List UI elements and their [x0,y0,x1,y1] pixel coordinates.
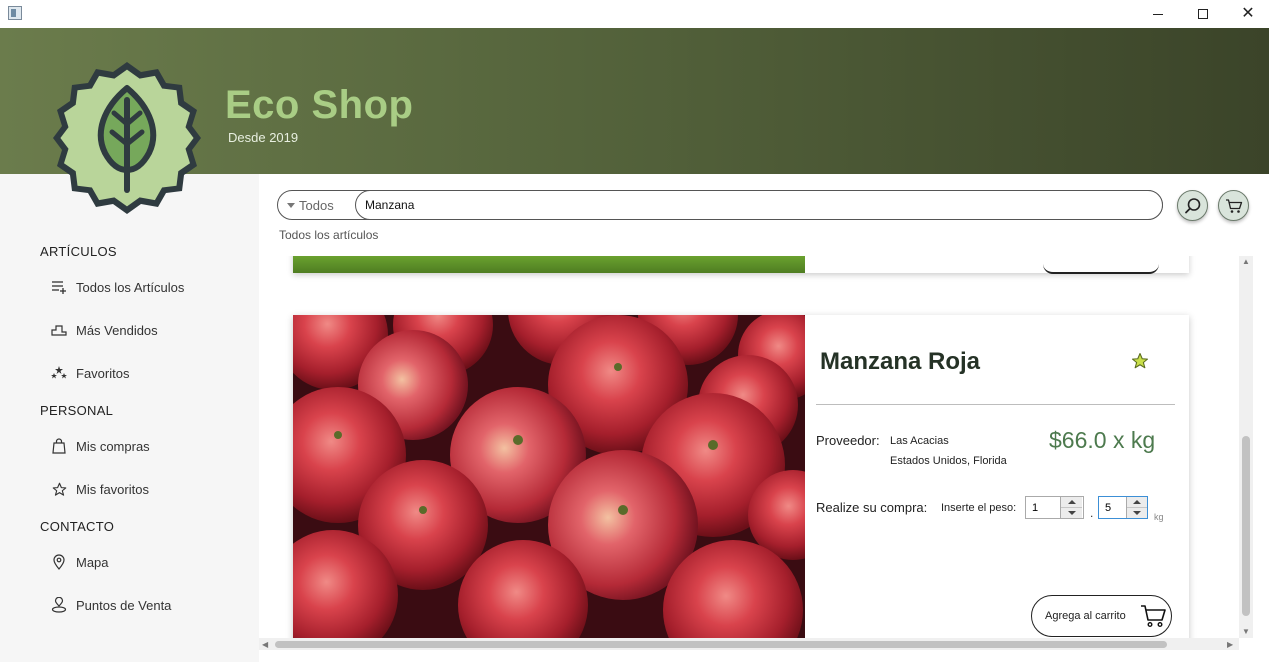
category-select[interactable]: Todos [278,191,358,219]
nav-label: Mis compras [76,438,150,454]
search-bar: Todos [277,190,1163,220]
vertical-scrollbar[interactable]: ▲ ▼ [1239,256,1253,638]
cart-icon [1140,605,1166,628]
scroll-thumb[interactable] [275,641,1167,648]
scroll-up-icon[interactable]: ▲ [1242,258,1250,266]
location-pin-icon [50,553,68,571]
nav-label: Puntos de Venta [76,597,172,613]
weight-integer-stepper [1025,496,1084,519]
horizontal-scrollbar[interactable]: ◀ ▶ [259,638,1239,650]
star-icon [50,480,68,498]
decrement-button[interactable] [1127,508,1147,518]
section-personal: PERSONAL [40,403,114,418]
decrement-button[interactable] [1061,508,1082,518]
app-window: ✕ Eco Shop Desde 2019 ARTÍCULOS Todos lo… [0,0,1269,662]
weight-decimal-stepper [1098,496,1148,519]
provider-location: Estados Unidos, Florida [890,455,1007,467]
product-price: $66.0 x kg [1049,427,1156,453]
scroll-thumb[interactable] [1242,436,1250,616]
add-to-cart-button-previous[interactable] [1043,264,1159,274]
search-input[interactable] [355,190,1163,220]
weight-unit: kg [1154,512,1164,522]
cart-button[interactable] [1218,190,1249,221]
close-icon: ✕ [1241,5,1255,22]
close-button[interactable]: ✕ [1225,0,1269,28]
search-icon [1184,197,1200,213]
search-button[interactable] [1177,190,1208,221]
product-card-previous [293,256,1189,274]
arrow-down-icon [1067,511,1076,515]
breadcrumb: Todos los artículos [279,228,379,242]
leaf-badge-logo [53,62,201,214]
minimize-button[interactable] [1135,0,1181,28]
scroll-right-icon[interactable]: ▶ [1227,640,1233,649]
add-to-cart-button[interactable]: Agrega al carrito [1031,595,1172,637]
shopping-bag-icon [50,437,68,455]
podium-icon [50,321,68,339]
arrow-up-icon [1067,500,1076,504]
divider [816,404,1175,405]
title-bar: ✕ [0,0,1269,28]
provider-label: Proveedor: [816,433,880,448]
weight-label: Inserte el peso: [941,502,1017,514]
category-select-value: Todos [299,197,334,213]
green-apples-photo [293,256,805,273]
nav-label: Más Vendidos [76,322,158,338]
nav-mis-compras[interactable]: Mis compras [50,433,150,459]
star-icon[interactable] [1131,352,1149,370]
nav-mapa[interactable]: Mapa [50,549,109,575]
nav-label: Mis favoritos [76,481,149,497]
weight-decimal-input[interactable] [1099,497,1126,518]
nav-label: Todos los Artículos [76,279,185,295]
brand-title: Eco Shop [225,83,414,127]
provider-name: Las Acacias [890,435,949,447]
scroll-down-icon[interactable]: ▼ [1242,628,1250,636]
list-add-icon [50,278,68,296]
section-articulos: ARTÍCULOS [40,244,117,259]
stars-icon [50,364,68,382]
product-card: Manzana Roja Proveedor: Las Acacias Esta… [293,315,1189,638]
chevron-down-icon [287,202,295,208]
maximize-button[interactable] [1180,0,1226,28]
arrow-up-icon [1133,500,1141,504]
nav-todos-los-articulos[interactable]: Todos los Artículos [50,274,184,300]
product-list: Manzana Roja Proveedor: Las Acacias Esta… [259,256,1239,638]
red-apples-photo [293,315,805,638]
weight-integer-input[interactable] [1026,497,1060,518]
nav-label: Mapa [76,554,109,570]
buy-label: Realize su compra: [816,500,928,515]
cart-icon [1225,198,1242,213]
nav-label: Favoritos [76,365,130,381]
arrow-down-icon [1133,511,1141,515]
nav-favoritos[interactable]: Favoritos [50,360,129,386]
nav-mas-vendidos[interactable]: Más Vendidos [50,317,158,343]
decimal-separator: . [1090,506,1094,520]
increment-button[interactable] [1127,497,1147,508]
maximize-icon [1198,9,1208,19]
app-icon [8,6,22,20]
add-to-cart-label: Agrega al carrito [1045,610,1126,622]
product-name: Manzana Roja [820,348,981,375]
nav-mis-favoritos[interactable]: Mis favoritos [50,476,149,502]
scroll-left-icon[interactable]: ◀ [262,640,268,649]
nav-puntos-de-venta[interactable]: Puntos de Venta [50,592,171,618]
sidebar: ARTÍCULOS Todos los Artículos Más Vendid… [0,174,259,662]
brand-subtitle: Desde 2019 [228,130,299,145]
section-contacto: CONTACTO [40,519,115,534]
store-location-icon [50,596,68,614]
increment-button[interactable] [1061,497,1082,508]
minimize-icon [1153,13,1163,15]
